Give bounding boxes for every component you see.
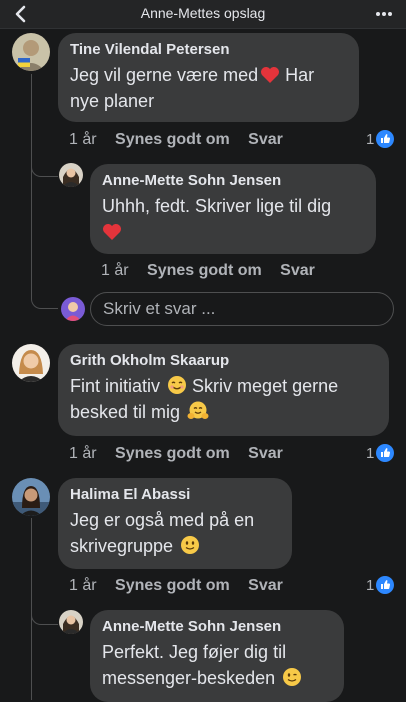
reply-button[interactable]: Svar [248, 131, 283, 148]
reaction-count[interactable]: 1 [366, 130, 395, 148]
comment-author[interactable]: Grith Okholm Skaarup [70, 352, 377, 369]
comment-text: Jeg vil gerne være med Har nye planer [70, 65, 315, 111]
more-options-button[interactable] [372, 4, 396, 24]
winking-face-icon [283, 668, 302, 686]
like-button[interactable]: Synes godt om [115, 445, 230, 462]
comment-time: 1 år [69, 577, 97, 594]
thread-line [31, 74, 32, 298]
avatar[interactable] [12, 344, 50, 382]
like-badge-icon [376, 444, 395, 462]
heart-icon [103, 224, 121, 240]
reply-button[interactable]: Svar [280, 262, 315, 279]
comment-author[interactable]: Halima El Abassi [70, 486, 280, 503]
comment-meta: 1 år Synes godt om Svar [69, 131, 297, 149]
avatar[interactable] [12, 33, 50, 71]
thread-connector [31, 608, 58, 625]
like-badge-icon [376, 130, 395, 148]
top-bar: Anne-Mettes opslag [0, 0, 406, 29]
like-button[interactable]: Synes godt om [115, 131, 230, 148]
like-button[interactable]: Synes godt om [115, 577, 230, 594]
comment-bubble: Halima El Abassi Jeg er også med på en s… [58, 478, 292, 569]
like-badge-icon [376, 576, 395, 594]
comment-meta: 1 år Synes godt om Svar [69, 577, 297, 595]
reply-bubble: Anne-Mette Sohn Jensen Uhhh, fedt. Skriv… [90, 164, 376, 254]
comment-time: 1 år [69, 445, 97, 462]
reply-button[interactable]: Svar [248, 445, 283, 462]
slightly-smiling-face-icon [181, 536, 200, 554]
comment-time: 1 år [101, 262, 129, 279]
reply-input[interactable]: Skriv et svar ... [90, 292, 394, 326]
heart-icon [261, 67, 280, 83]
comment-text: Uhhh, fedt. Skriver lige til dig [102, 193, 364, 245]
comment-text: Fint initiativ Skriv meget gerne besked … [70, 376, 339, 422]
comment-text: Perfekt. Jeg føjer dig til messenger-bes… [102, 639, 332, 691]
comment-author[interactable]: Anne-Mette Sohn Jensen [102, 618, 332, 635]
thread-connector [31, 292, 58, 309]
reply-bubble: Anne-Mette Sohn Jensen Perfekt. Jeg føje… [90, 610, 344, 702]
avatar[interactable] [59, 610, 83, 634]
comment-bubble: Grith Okholm Skaarup Fint initiativ Skri… [58, 344, 389, 436]
reaction-count[interactable]: 1 [366, 444, 395, 462]
avatar [61, 297, 85, 321]
like-button[interactable]: Synes godt om [147, 262, 262, 279]
comment-time: 1 år [69, 131, 97, 148]
hugging-face-icon [187, 401, 209, 419]
reply-button[interactable]: Svar [248, 577, 283, 594]
comment-author[interactable]: Anne-Mette Sohn Jensen [102, 172, 364, 189]
thread-connector [31, 160, 58, 177]
avatar[interactable] [12, 478, 50, 516]
comment-author[interactable]: Tine Vilendal Petersen [70, 41, 347, 58]
comment-meta: 1 år Synes godt om Svar [101, 262, 329, 280]
comment-bubble: Tine Vilendal Petersen Jeg vil gerne vær… [58, 33, 359, 122]
page-title: Anne-Mettes opslag [140, 5, 266, 21]
smiling-face-icon [168, 376, 187, 394]
comment-meta: 1 år Synes godt om Svar [69, 445, 297, 463]
more-horizontal-icon [376, 12, 392, 16]
comment-text: Jeg er også med på en skrivegruppe [70, 510, 255, 556]
avatar[interactable] [59, 163, 83, 187]
reaction-count[interactable]: 1 [366, 576, 395, 594]
